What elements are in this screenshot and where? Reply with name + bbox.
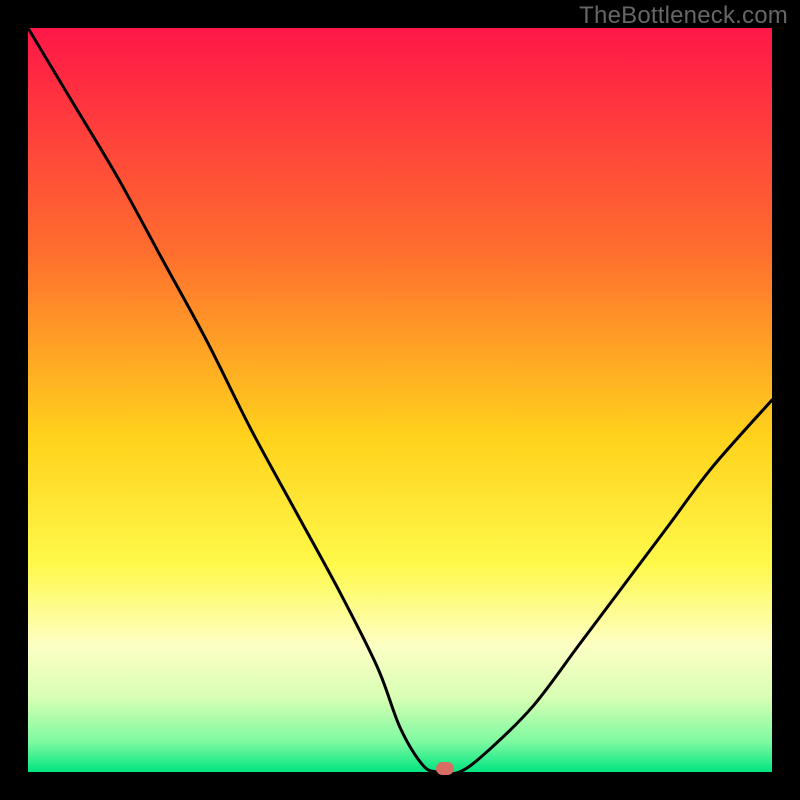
watermark-text: TheBottleneck.com xyxy=(579,2,788,30)
optimal-point-marker xyxy=(436,762,454,775)
gradient-background xyxy=(28,28,772,772)
bottleneck-chart xyxy=(28,28,772,772)
chart-frame: TheBottleneck.com xyxy=(0,0,800,800)
